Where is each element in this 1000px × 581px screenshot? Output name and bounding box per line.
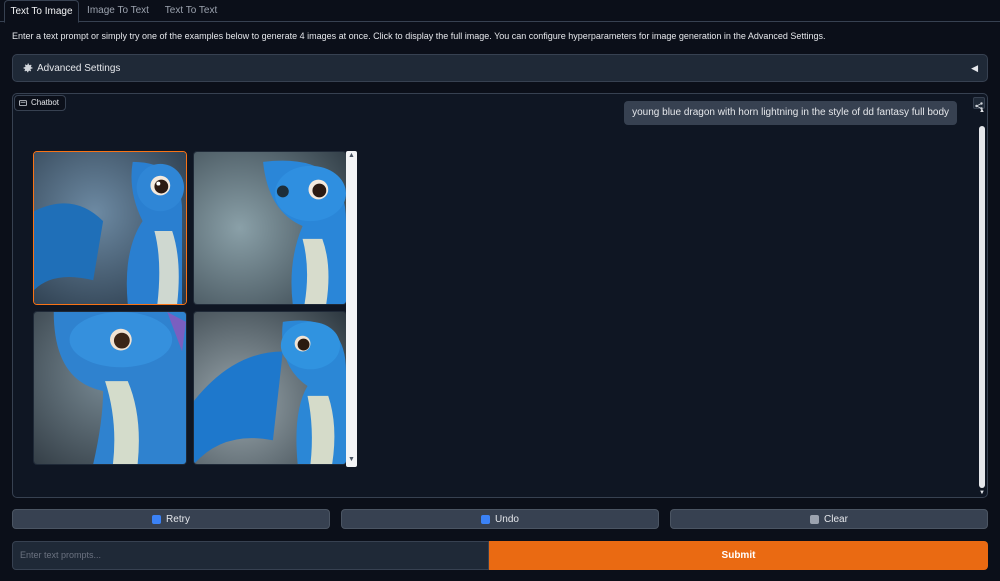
generated-image-2[interactable]: [193, 151, 347, 305]
dragon-image: [194, 312, 346, 464]
gear-icon: [23, 63, 33, 73]
gallery-scroll-down-icon[interactable]: ▼: [346, 456, 357, 463]
chatbot-panel: Chatbot young blue dragon with horn ligh…: [12, 93, 988, 498]
chat-scrollbar-thumb[interactable]: [979, 126, 985, 488]
generated-image-1[interactable]: [33, 151, 187, 305]
collapse-arrow-icon: ◀: [971, 63, 978, 73]
undo-button[interactable]: Undo: [341, 509, 659, 529]
clear-button[interactable]: Clear: [670, 509, 988, 529]
user-message: young blue dragon with horn lightning in…: [624, 101, 957, 125]
dragon-image: [34, 152, 186, 304]
prompt-input[interactable]: [13, 542, 488, 569]
undo-icon: [481, 514, 491, 524]
dragon-image: [34, 312, 186, 464]
gallery-scrollbar[interactable]: ▲ ▼: [346, 151, 357, 467]
chat-scrollbar[interactable]: ▲ ▼: [978, 104, 986, 496]
submit-button[interactable]: Submit: [489, 541, 988, 570]
advanced-settings-accordion[interactable]: Advanced Settings ◀: [12, 54, 988, 82]
gallery-scroll-up-icon[interactable]: ▲: [346, 152, 357, 159]
retry-label: Retry: [166, 513, 190, 525]
tab-text-to-image[interactable]: Text To Image: [4, 0, 79, 23]
generated-image-4[interactable]: [193, 311, 347, 465]
dragon-image: [194, 152, 346, 304]
undo-label: Undo: [495, 513, 519, 525]
scroll-down-icon[interactable]: ▼: [978, 490, 986, 496]
generated-image-3[interactable]: [33, 311, 187, 465]
tab-image-to-text[interactable]: Image To Text: [82, 0, 154, 23]
scroll-up-icon[interactable]: ▲: [978, 108, 986, 114]
trash-icon: [810, 514, 820, 524]
clear-label: Clear: [824, 513, 848, 525]
advanced-settings-label: Advanced Settings: [37, 63, 121, 74]
image-gallery: ▲ ▼: [33, 151, 359, 467]
tab-bar: Text To Image Image To Text Text To Text: [0, 0, 1000, 23]
intro-text: Enter a text prompt or simply try one of…: [12, 31, 826, 41]
chatbot-label-text: Chatbot: [31, 98, 60, 107]
chatbot-label: Chatbot: [14, 95, 67, 111]
tab-text-to-text[interactable]: Text To Text: [157, 0, 225, 23]
retry-button[interactable]: Retry: [12, 509, 330, 529]
prompt-input-wrapper: [12, 541, 489, 570]
retry-icon: [152, 514, 162, 524]
chat-icon: [19, 99, 27, 106]
